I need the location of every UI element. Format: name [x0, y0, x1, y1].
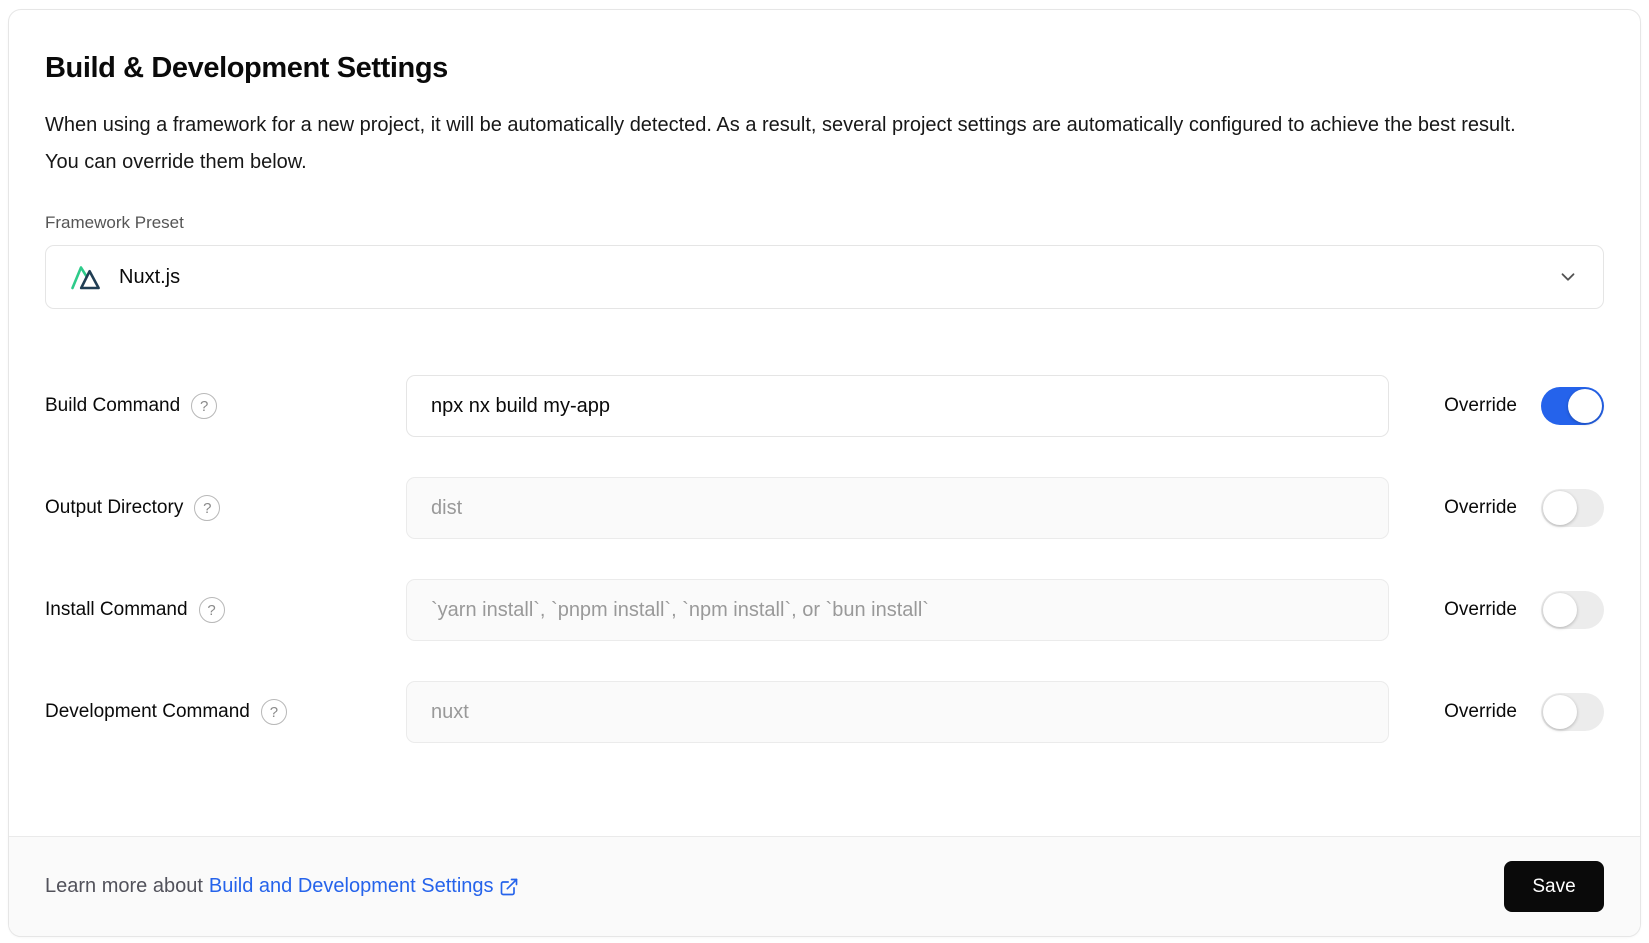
toggle-knob: [1543, 593, 1577, 627]
link-label: Build and Development Settings: [209, 875, 494, 898]
development-command-label: Development Command: [45, 701, 250, 723]
override-label: Override: [1444, 701, 1517, 723]
development-command-row: Development Command Override: [45, 681, 1604, 743]
framework-preset-label: Framework Preset: [45, 213, 1604, 233]
output-directory-input: [406, 477, 1389, 539]
save-button[interactable]: Save: [1504, 861, 1604, 912]
development-command-override-toggle[interactable]: [1541, 693, 1604, 731]
install-command-override-toggle[interactable]: [1541, 591, 1604, 629]
build-command-override-toggle[interactable]: [1541, 387, 1604, 425]
build-dev-settings-link[interactable]: Build and Development Settings: [209, 875, 519, 898]
development-command-input: [406, 681, 1389, 743]
card-footer: Learn more about Build and Development S…: [9, 836, 1640, 936]
chevron-down-icon: [1557, 266, 1579, 288]
override-label: Override: [1444, 599, 1517, 621]
help-icon[interactable]: [194, 495, 220, 521]
install-command-label: Install Command: [45, 599, 188, 621]
output-directory-label: Output Directory: [45, 497, 183, 519]
card-main: Build & Development Settings When using …: [9, 10, 1640, 836]
toggle-knob: [1568, 389, 1602, 423]
toggle-knob: [1543, 695, 1577, 729]
build-command-row: Build Command Override: [45, 375, 1604, 437]
nuxt-logo-icon: [70, 262, 105, 292]
override-label: Override: [1444, 497, 1517, 519]
install-command-input: [406, 579, 1389, 641]
framework-preset-select[interactable]: Nuxt.js: [45, 245, 1604, 309]
output-directory-row: Output Directory Override: [45, 477, 1604, 539]
build-command-label: Build Command: [45, 395, 180, 417]
page-title: Build & Development Settings: [45, 52, 1604, 85]
learn-more-text: Learn more about Build and Development S…: [45, 875, 519, 898]
framework-preset-value: Nuxt.js: [119, 266, 180, 289]
learn-more-prefix: Learn more about: [45, 875, 203, 898]
toggle-knob: [1543, 491, 1577, 525]
settings-rows: Build Command Override Output Directory …: [45, 375, 1604, 743]
build-dev-settings-card: Build & Development Settings When using …: [8, 9, 1641, 937]
override-label: Override: [1444, 395, 1517, 417]
help-icon[interactable]: [199, 597, 225, 623]
build-command-input[interactable]: [406, 375, 1389, 437]
install-command-row: Install Command Override: [45, 579, 1604, 641]
output-directory-override-toggle[interactable]: [1541, 489, 1604, 527]
settings-description: When using a framework for a new project…: [45, 107, 1520, 181]
external-link-icon: [499, 877, 519, 897]
help-icon[interactable]: [261, 699, 287, 725]
help-icon[interactable]: [191, 393, 217, 419]
